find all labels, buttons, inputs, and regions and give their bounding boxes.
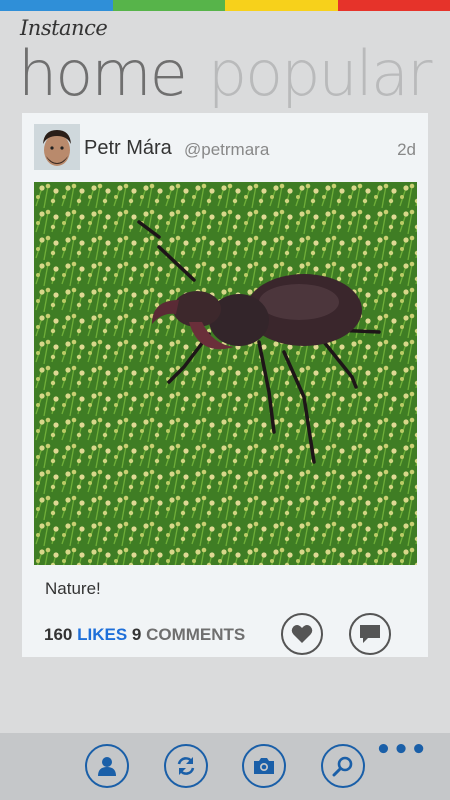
camera-button[interactable] [242, 744, 286, 788]
likes-label[interactable]: LIKES [77, 625, 127, 644]
tab-home[interactable]: home [18, 37, 188, 110]
post-stats: 160 LIKES 9 COMMENTS [44, 625, 245, 645]
post-caption: Nature! [45, 579, 101, 598]
post-photo[interactable] [34, 182, 417, 565]
profile-icon [98, 757, 116, 776]
camera-icon [254, 758, 274, 774]
avatar[interactable] [34, 124, 80, 170]
more-menu-button[interactable]: ••• [375, 735, 428, 765]
tab-popular[interactable]: popular [208, 37, 433, 110]
stripe-blue [0, 0, 113, 11]
stripe-red [337, 0, 450, 11]
heart-icon [291, 625, 313, 643]
app-bar: ••• [0, 733, 450, 800]
post-age: 2d [397, 140, 416, 159]
post-card: Petr Mára @petrmara 2d Nature! 160 LIKES… [22, 113, 428, 657]
comments-label[interactable]: COMMENTS [146, 625, 245, 644]
post-username[interactable]: Petr Mára [84, 137, 172, 160]
pivot-header: home popular [18, 34, 450, 114]
profile-button[interactable] [85, 744, 129, 788]
like-button[interactable] [281, 613, 323, 655]
refresh-icon [177, 757, 195, 775]
stripe-yellow [225, 0, 338, 11]
comments-count[interactable]: 9 [132, 625, 141, 644]
refresh-button[interactable] [164, 744, 208, 788]
post-handle[interactable]: @petrmara [184, 140, 269, 160]
search-button[interactable] [321, 744, 365, 788]
search-icon [332, 756, 353, 777]
stripe-green [112, 0, 225, 11]
likes-count[interactable]: 160 [44, 625, 72, 644]
accent-stripe [0, 0, 450, 11]
comment-button[interactable] [349, 613, 391, 655]
comment-icon [360, 625, 380, 643]
